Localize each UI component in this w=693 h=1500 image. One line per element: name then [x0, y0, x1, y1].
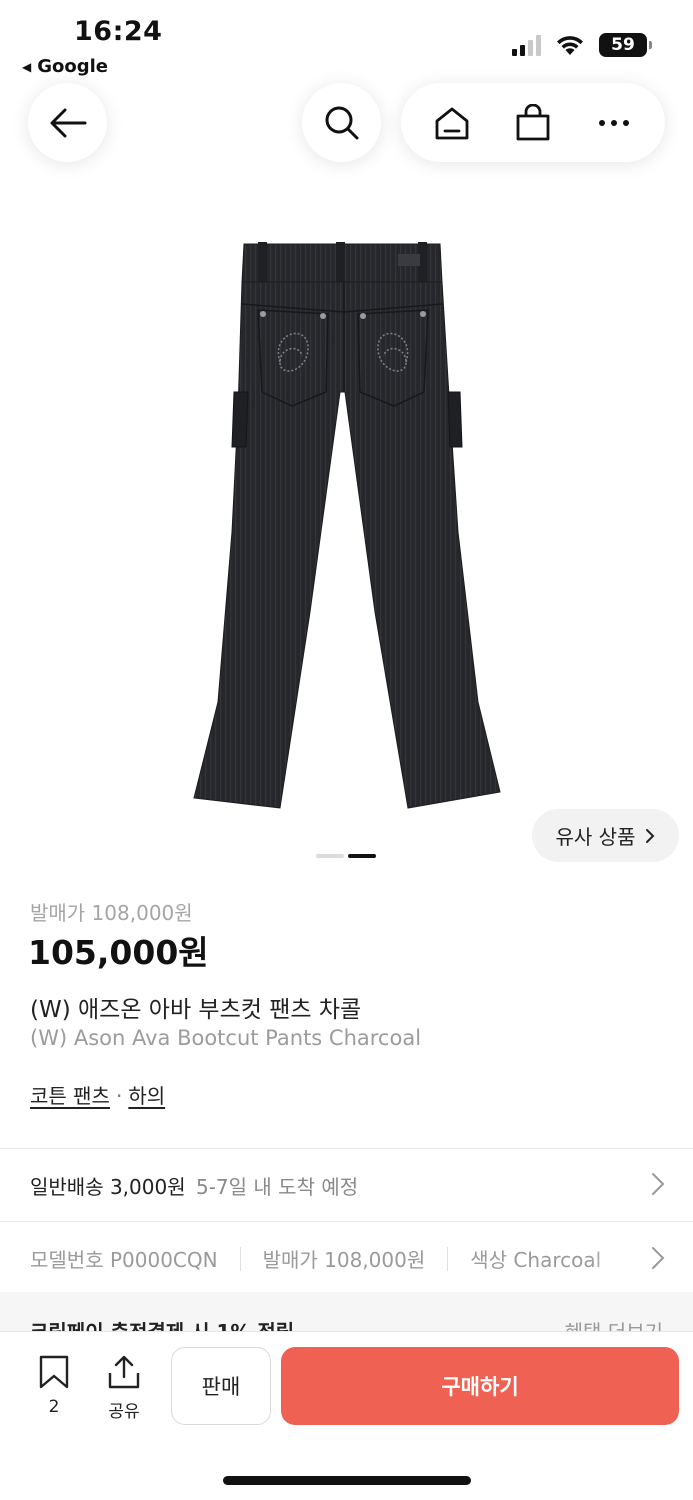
color-spec: 색상 Charcoal — [470, 1248, 602, 1272]
similar-products-button[interactable]: 유사 상품 — [532, 809, 679, 862]
wifi-icon — [557, 36, 583, 55]
search-icon — [325, 106, 358, 139]
sell-button[interactable]: 판매 — [171, 1347, 271, 1425]
share-icon — [108, 1355, 140, 1389]
nav-action-group — [401, 83, 665, 162]
search-button[interactable] — [302, 83, 381, 162]
back-to-app-link[interactable]: ◀ Google — [22, 56, 108, 77]
category-link-cotton-pants[interactable]: 코튼 팬츠 — [30, 1084, 110, 1108]
more-icon — [599, 119, 630, 126]
spec-separator — [447, 1246, 449, 1271]
spec-separator — [239, 1246, 241, 1271]
shipping-fee: 일반배송 3,000원 — [30, 1175, 186, 1199]
product-image[interactable] — [140, 232, 550, 822]
release-price: 발매가 108,000원 — [262, 1248, 426, 1272]
spec-row[interactable]: 모델번호 P0000CQN 발매가 108,000원 색상 Charcoal — [30, 1244, 645, 1273]
category-link-bottoms[interactable]: 하의 — [128, 1084, 165, 1108]
status-icons: 59 — [512, 33, 652, 57]
divider — [0, 1221, 693, 1222]
gallery-indicator-1[interactable] — [316, 854, 344, 858]
spec-fade — [590, 1238, 640, 1278]
gallery-indicator-2-active[interactable] — [348, 854, 376, 858]
chevron-right-icon[interactable] — [651, 1172, 665, 1196]
cellular-signal-icon — [512, 34, 541, 56]
back-arrow-icon — [50, 108, 86, 137]
shipping-row[interactable]: 일반배송 3,000원 5-7일 내 도착 예정 — [30, 1171, 358, 1200]
bookmark-icon — [39, 1355, 69, 1389]
more-button[interactable] — [584, 119, 644, 127]
product-title-english: (W) Ason Ava Bootcut Pants Charcoal — [30, 1026, 422, 1050]
back-app-label: Google — [37, 56, 109, 77]
shopping-bag-icon — [516, 103, 550, 140]
model-number: 모델번호 P0000CQN — [30, 1248, 218, 1272]
home-button[interactable] — [422, 105, 482, 141]
shipping-eta: 5-7일 내 도착 예정 — [195, 1175, 359, 1199]
share-label: 공유 — [108, 1402, 140, 1422]
original-price: 발매가 108,000원 — [30, 901, 193, 925]
similar-products-label: 유사 상품 — [555, 825, 636, 849]
chevron-right-icon — [646, 828, 655, 843]
divider — [0, 1148, 693, 1149]
category-separator: · — [115, 1084, 123, 1108]
category-breadcrumb: 코튼 팬츠 · 하의 — [30, 1080, 165, 1109]
back-button[interactable] — [28, 83, 107, 162]
cart-button[interactable] — [503, 103, 563, 142]
share-button[interactable]: 공유 — [102, 1355, 146, 1422]
bookmark-count: 2 — [48, 1397, 60, 1417]
status-time: 16:24 — [74, 16, 163, 47]
current-price: 105,000원 — [28, 933, 209, 972]
battery-icon: 59 — [599, 33, 652, 57]
home-icon — [435, 107, 469, 139]
product-title-korean: (W) 애즈온 아바 부츠컷 팬츠 차콜 — [30, 997, 362, 1023]
home-indicator[interactable] — [223, 1476, 471, 1485]
buy-button[interactable]: 구매하기 — [281, 1347, 679, 1425]
chevron-right-icon[interactable] — [651, 1246, 665, 1270]
back-triangle-icon: ◀ — [22, 59, 32, 74]
bookmark-button[interactable]: 2 — [36, 1355, 72, 1417]
